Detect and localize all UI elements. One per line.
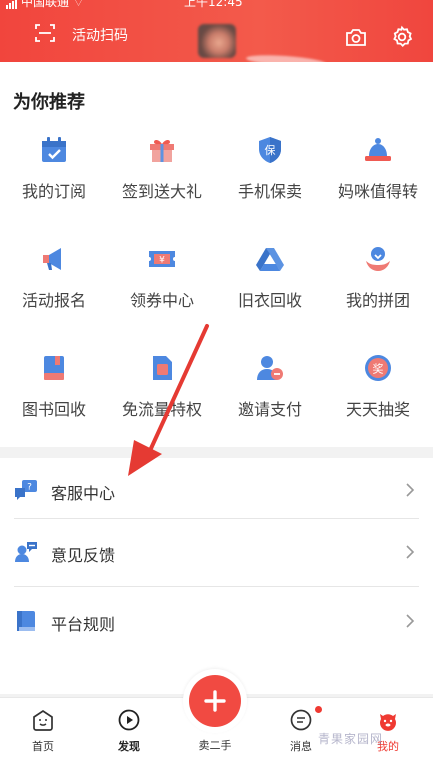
grid-item-label: 手机保卖 bbox=[237, 182, 302, 201]
top-header: 中国联通 ⌔ 上午12:45 活动扫码 bbox=[0, 0, 433, 69]
grid-item-my-group-buy[interactable]: 我的拼团 bbox=[324, 243, 432, 333]
profile-face-icon bbox=[376, 708, 400, 732]
chat-help-icon: ? bbox=[14, 478, 38, 502]
recycle-icon bbox=[254, 243, 286, 275]
grid-item-book-recycle[interactable]: 图书回收 bbox=[0, 352, 108, 442]
divider bbox=[14, 518, 419, 519]
grid-item-label: 图书回收 bbox=[21, 400, 86, 419]
home-face-icon bbox=[31, 708, 55, 732]
message-icon bbox=[289, 708, 313, 732]
svg-text:奖: 奖 bbox=[373, 362, 384, 376]
chevron-right-icon bbox=[406, 614, 415, 628]
tab-discover[interactable]: 发现 bbox=[86, 698, 172, 757]
avatar[interactable] bbox=[198, 24, 236, 58]
grid-item-label: 妈咪值得转 bbox=[337, 182, 418, 201]
carrier-label: 中国联通 bbox=[21, 0, 70, 9]
book-icon bbox=[38, 352, 70, 384]
svg-text:保: 保 bbox=[265, 143, 276, 157]
grid-item-mommy-worth[interactable]: 妈咪值得转 bbox=[324, 134, 432, 224]
tab-label: 发现 bbox=[118, 740, 140, 753]
watermark: 青果家园网 bbox=[318, 732, 384, 746]
shield-icon: 保 bbox=[254, 134, 286, 166]
grid-item-my-subscription[interactable]: 我的订阅 bbox=[0, 134, 108, 224]
grid-item-label: 邀请支付 bbox=[237, 400, 302, 419]
grid-item-daily-lottery[interactable]: 奖 天天抽奖 bbox=[324, 352, 432, 442]
status-bar: 中国联通 ⌔ 上午12:45 bbox=[0, 0, 433, 12]
sell-button-circle bbox=[189, 675, 241, 727]
list-item-customer-service[interactable]: ? 客服中心 bbox=[0, 458, 433, 526]
divider bbox=[14, 586, 419, 587]
tab-messages[interactable]: 消息 bbox=[258, 698, 344, 757]
rules-book-icon bbox=[14, 609, 38, 633]
carrier-info: 中国联通 ⌔ bbox=[6, 0, 84, 9]
list-item-feedback[interactable]: 意见反馈 bbox=[0, 520, 433, 588]
scan-icon bbox=[34, 22, 56, 48]
sim-icon bbox=[146, 352, 178, 384]
invite-icon bbox=[254, 352, 286, 384]
recommend-section: 为你推荐 我的订阅 签到送大礼 保 手机保卖 妈咪值得转 活动报名 ¥ 领券中心… bbox=[0, 62, 433, 447]
gift-icon bbox=[146, 134, 178, 166]
grid-item-phone-resale[interactable]: 保 手机保卖 bbox=[216, 134, 324, 224]
grid-item-label: 免流量特权 bbox=[121, 400, 202, 419]
scan-label: 活动扫码 bbox=[72, 28, 128, 44]
service-list: ? 客服中心 意见反馈 平台规则 bbox=[0, 458, 433, 694]
chevron-right-icon bbox=[406, 483, 415, 497]
calendar-icon bbox=[38, 134, 70, 166]
grid-item-clothes-recycle[interactable]: 旧衣回收 bbox=[216, 243, 324, 333]
chevron-right-icon bbox=[406, 545, 415, 559]
coupon-icon: ¥ bbox=[146, 243, 178, 275]
list-item-label: 平台规则 bbox=[51, 615, 116, 634]
group-icon bbox=[362, 243, 394, 275]
grid-item-label: 签到送大礼 bbox=[121, 182, 202, 201]
feedback-icon bbox=[14, 540, 38, 564]
status-time: 上午12:45 bbox=[184, 0, 243, 9]
section-title: 为你推荐 bbox=[13, 92, 85, 113]
list-item-label: 意见反馈 bbox=[51, 546, 116, 565]
megaphone-icon bbox=[38, 243, 70, 275]
tab-home[interactable]: 首页 bbox=[0, 698, 86, 757]
activity-scan-button[interactable]: 活动扫码 bbox=[18, 22, 128, 48]
grid-item-label: 我的订阅 bbox=[21, 182, 86, 201]
sell-secondhand-button[interactable] bbox=[183, 669, 247, 733]
camera-icon[interactable] bbox=[344, 25, 368, 49]
list-item-platform-rules[interactable]: 平台规则 bbox=[0, 589, 433, 657]
signal-icon bbox=[6, 0, 18, 9]
grid-item-signin-gift[interactable]: 签到送大礼 bbox=[108, 134, 216, 224]
lottery-icon: 奖 bbox=[362, 352, 394, 384]
grid-item-label: 领券中心 bbox=[129, 291, 194, 310]
list-item-label: 客服中心 bbox=[51, 484, 116, 503]
grid-item-label: 我的拼团 bbox=[345, 291, 410, 310]
plus-icon bbox=[204, 690, 226, 712]
grid-item-invite-pay[interactable]: 邀请支付 bbox=[216, 352, 324, 442]
tab-mine[interactable]: 我的 bbox=[345, 698, 431, 757]
grid-item-coupon-center[interactable]: ¥ 领券中心 bbox=[108, 243, 216, 333]
svg-text:¥: ¥ bbox=[159, 256, 165, 266]
sell-secondhand-label: 卖二手 bbox=[198, 739, 232, 752]
bell-icon bbox=[362, 134, 394, 166]
play-circle-icon bbox=[117, 708, 141, 732]
grid-item-event-signup[interactable]: 活动报名 bbox=[0, 243, 108, 333]
svg-text:?: ? bbox=[27, 483, 32, 493]
grid-item-label: 旧衣回收 bbox=[237, 291, 302, 310]
grid-item-label: 活动报名 bbox=[21, 291, 86, 310]
grid-item-free-data[interactable]: 免流量特权 bbox=[108, 352, 216, 442]
tab-label: 首页 bbox=[32, 740, 54, 753]
settings-gear-icon[interactable] bbox=[390, 25, 414, 49]
grid-item-label: 天天抽奖 bbox=[345, 400, 410, 419]
unread-dot bbox=[315, 706, 322, 713]
